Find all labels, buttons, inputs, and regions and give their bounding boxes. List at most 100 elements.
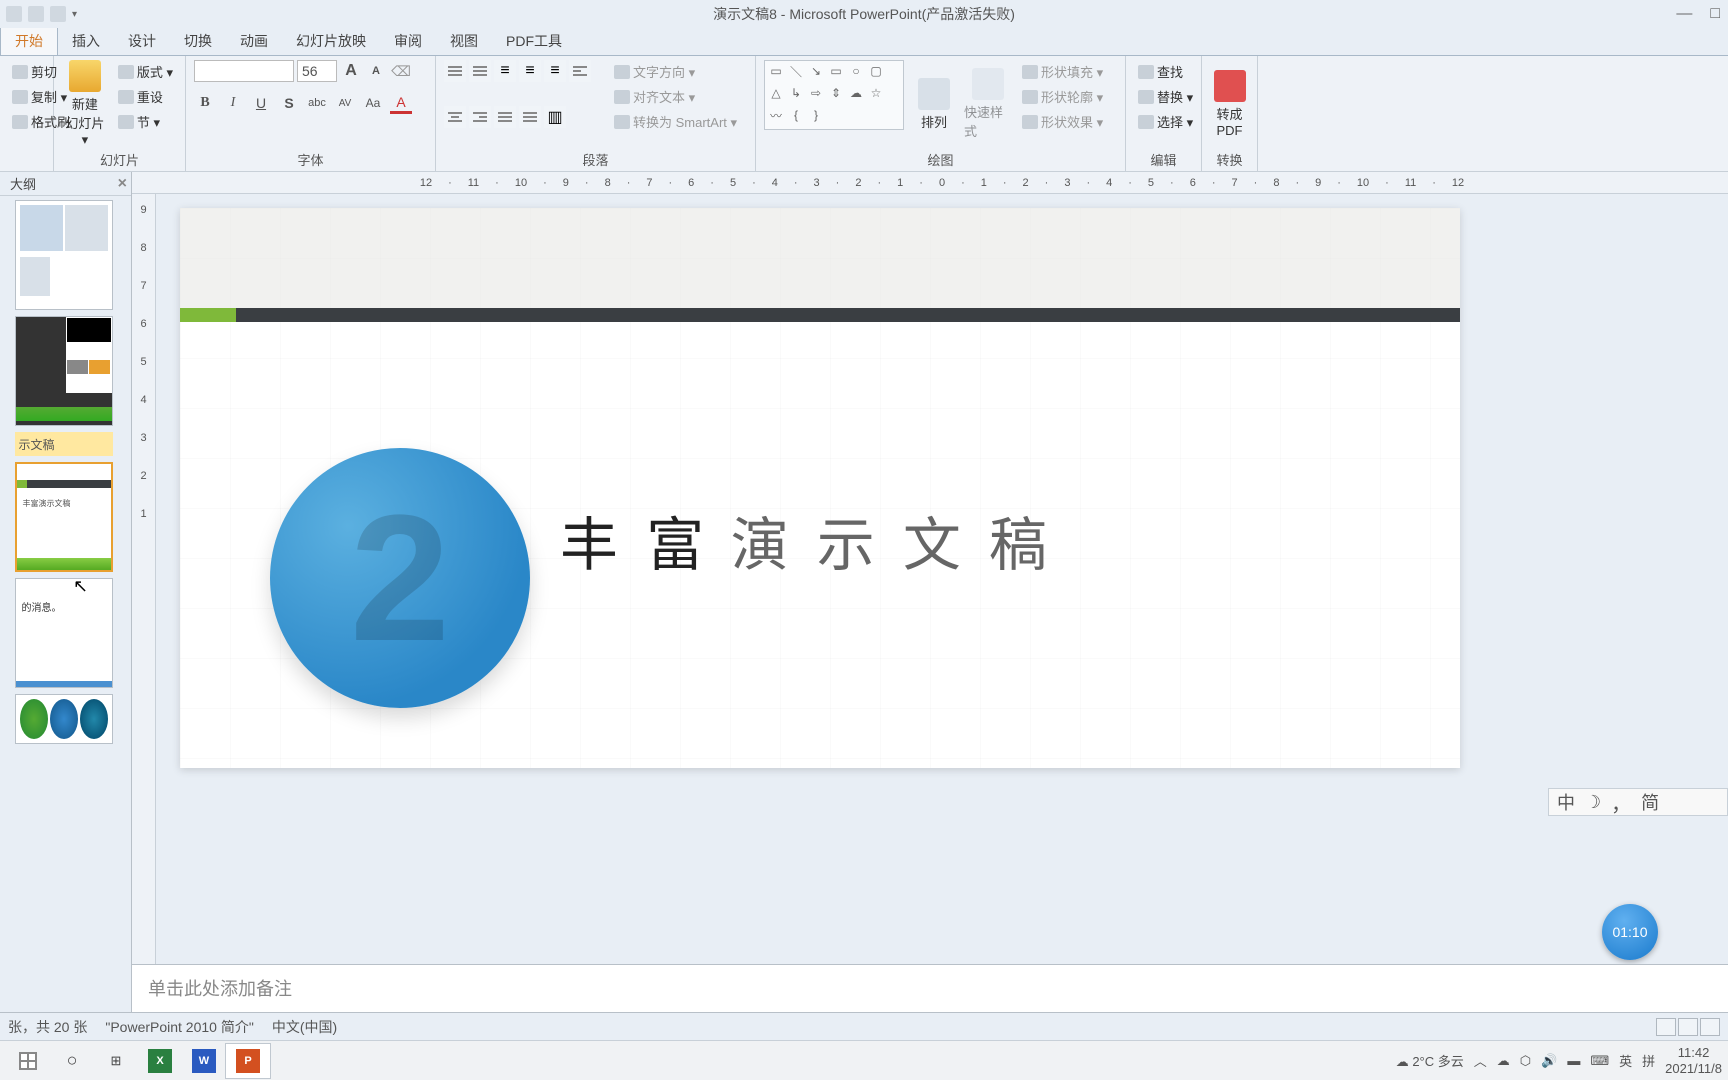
bullets-button[interactable] (444, 60, 466, 82)
thumbnail-slide-prev2[interactable] (15, 200, 113, 310)
new-slide-button[interactable]: 新建 幻灯片 ▾ (62, 60, 108, 148)
shapes-gallery[interactable]: ▭ ＼ ↘ ▭ ○ ▢ △ ↳ ⇨ ⇕ ☁ ☆ 〰 { } (764, 60, 904, 130)
excel-taskbar-button[interactable]: X (138, 1044, 182, 1078)
line-spacing-button[interactable]: ≡ (544, 60, 566, 82)
tab-slideshow[interactable]: 幻灯片放映 (282, 27, 380, 55)
tray-chevron-icon[interactable]: ︿ (1474, 1051, 1487, 1070)
task-view-button[interactable]: ⊞ (94, 1044, 138, 1078)
recording-time-badge[interactable]: 01:10 (1602, 904, 1658, 960)
reading-view-button[interactable] (1700, 1018, 1720, 1036)
tab-transitions[interactable]: 切换 (170, 27, 226, 55)
strike-button[interactable]: abc (306, 92, 328, 114)
align-center-button[interactable] (444, 106, 466, 128)
maximize-button[interactable]: □ (1710, 5, 1720, 23)
numbering-button[interactable] (469, 60, 491, 82)
underline-button[interactable]: U (250, 92, 272, 114)
char-spacing-button[interactable]: AV (334, 92, 356, 114)
shape-roundrect[interactable]: ▢ (867, 63, 885, 79)
quick-styles-button[interactable]: 快速样式 (964, 60, 1012, 148)
tab-design[interactable]: 设计 (114, 27, 170, 55)
thumbnail-slide-current[interactable]: 丰富演示文稿 (15, 462, 113, 572)
ime-panel[interactable]: 中 ☽ ， 简 (1548, 788, 1728, 816)
replace-button[interactable]: 替换 ▾ (1134, 85, 1197, 108)
battery-icon[interactable]: ▬ (1567, 1053, 1580, 1068)
slide-title-text[interactable]: 丰 富 演 示 文 稿 (560, 498, 1053, 582)
redo-icon[interactable] (50, 6, 66, 22)
shape-cloud[interactable]: ☁ (847, 85, 865, 101)
decrease-indent-button[interactable]: ≡ (494, 60, 516, 82)
thumbnail-slide-next1[interactable]: 的消息。 (15, 578, 113, 688)
shape-triangle[interactable]: △ (767, 85, 785, 101)
shape-effects-button[interactable]: 形状效果 ▾ (1018, 110, 1107, 133)
undo-icon[interactable] (28, 6, 44, 22)
shape-textbox[interactable]: ▭ (767, 63, 785, 79)
ime-punct[interactable]: ， (1611, 788, 1631, 817)
columns-button[interactable]: ▥ (544, 106, 566, 128)
distribute-button[interactable] (519, 106, 541, 128)
convert-pdf-button[interactable]: 转成 PDF (1210, 60, 1249, 148)
change-case-button[interactable]: Aa (362, 92, 384, 114)
find-button[interactable]: 查找 (1134, 60, 1197, 83)
ime-lang[interactable]: 中 (1557, 789, 1575, 815)
shape-star[interactable]: ☆ (867, 85, 885, 101)
align-right-button[interactable] (469, 106, 491, 128)
sorter-view-button[interactable] (1678, 1018, 1698, 1036)
minimize-button[interactable]: — (1676, 5, 1692, 23)
increase-indent-button[interactable]: ≡ (519, 60, 541, 82)
shape-fill-button[interactable]: 形状填充 ▾ (1018, 60, 1107, 83)
grow-font-button[interactable]: A (340, 60, 362, 82)
shape-block-arrow[interactable]: ⇨ (807, 85, 825, 101)
thumbnail-slide-prev1[interactable] (15, 316, 113, 426)
ime-indicator-2[interactable]: 拼 (1642, 1051, 1655, 1070)
shape-arrow[interactable]: ↘ (807, 63, 825, 79)
tab-animations[interactable]: 动画 (226, 27, 282, 55)
tab-home[interactable]: 开始 (0, 26, 58, 55)
text-direction-button[interactable]: 文字方向 ▾ (610, 60, 741, 83)
justify-button[interactable] (494, 106, 516, 128)
vertical-ruler[interactable]: 987654321 (132, 194, 156, 964)
start-button[interactable] (6, 1044, 50, 1078)
clear-format-button[interactable]: ⌫ (390, 60, 412, 82)
normal-view-button[interactable] (1656, 1018, 1676, 1036)
horizontal-ruler[interactable]: 12·11·10·9·8·7·6·5·4·3·2·1·0·1·2·3·4·5·6… (132, 172, 1728, 194)
slide-number-circle[interactable]: 2 (270, 448, 530, 708)
align-text-button[interactable]: 对齐文本 ▾ (610, 85, 741, 108)
search-button[interactable]: ○ (50, 1044, 94, 1078)
italic-button[interactable]: I (222, 92, 244, 114)
bold-button[interactable]: B (194, 92, 216, 114)
layout-button[interactable]: 版式 ▾ (114, 60, 177, 83)
shape-oval[interactable]: ○ (847, 63, 865, 79)
section-header[interactable]: 示文稿 (15, 432, 113, 456)
thumbnail-slide-next2[interactable] (15, 694, 113, 744)
ime-mode[interactable]: 简 (1641, 789, 1659, 815)
font-name-input[interactable] (194, 60, 294, 82)
select-button[interactable]: 选择 ▾ (1134, 110, 1197, 133)
word-taskbar-button[interactable]: W (182, 1044, 226, 1078)
ime-moon-icon[interactable]: ☽ (1585, 792, 1601, 813)
section-button[interactable]: 节 ▾ (114, 110, 177, 133)
shape-brace[interactable]: { (787, 107, 805, 123)
tab-view[interactable]: 视图 (436, 27, 492, 55)
slide-canvas-scroll[interactable]: 2 丰 富 演 示 文 稿 01:10 (156, 194, 1728, 964)
shrink-font-button[interactable]: A (365, 60, 387, 82)
smartart-button[interactable]: 转换为 SmartArt ▾ (610, 110, 741, 133)
shape-updown-arrow[interactable]: ⇕ (827, 85, 845, 101)
wifi-icon[interactable]: ⬡ (1520, 1053, 1531, 1069)
align-left-button[interactable] (569, 60, 591, 82)
powerpoint-taskbar-button[interactable]: P (226, 1044, 270, 1078)
clock[interactable]: 11:42 2021/11/8 (1665, 1045, 1722, 1076)
keyboard-icon[interactable]: ⌨ (1590, 1053, 1609, 1069)
arrange-button[interactable]: 排列 (910, 60, 958, 148)
shape-rect[interactable]: ▭ (827, 63, 845, 79)
slide-canvas[interactable]: 2 丰 富 演 示 文 稿 (180, 208, 1460, 768)
reset-button[interactable]: 重设 (114, 85, 177, 108)
volume-icon[interactable]: 🔊 (1541, 1053, 1557, 1069)
thumbnail-list[interactable]: 示文稿 丰富演示文稿 的消息。 ↖ (0, 196, 131, 1012)
save-icon[interactable] (6, 6, 22, 22)
shape-brace2[interactable]: } (807, 107, 825, 123)
tab-insert[interactable]: 插入 (58, 27, 114, 55)
outline-tab[interactable]: 大纲 (4, 172, 42, 195)
onedrive-icon[interactable]: ☁ (1497, 1053, 1510, 1069)
font-size-input[interactable] (297, 60, 337, 82)
shadow-button[interactable]: S (278, 92, 300, 114)
